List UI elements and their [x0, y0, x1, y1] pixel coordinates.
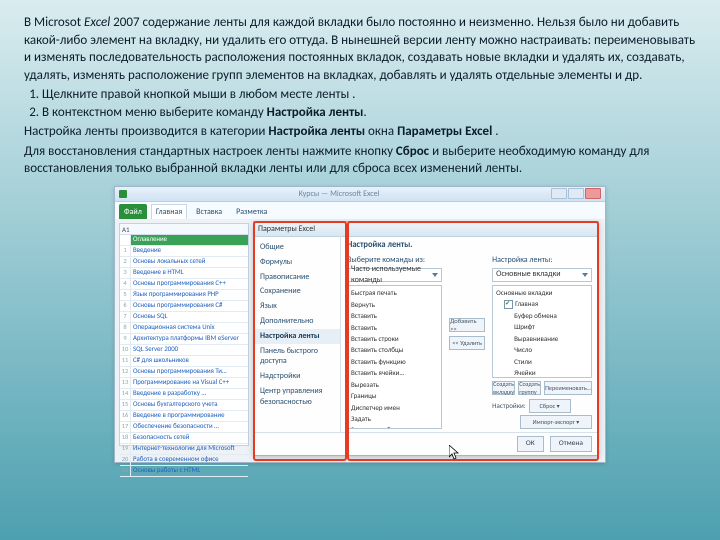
tree-node[interactable]: Число: [494, 344, 590, 355]
table-row: 4Основы программирования C++: [120, 279, 248, 290]
table-row: 6Основы программирования C#: [120, 301, 248, 312]
table-row: 2Основы локальных сетей: [120, 257, 248, 268]
customize-heading: Настройка ленты.: [347, 240, 442, 251]
customize-ribbon-dropdown[interactable]: Основные вкладки: [492, 268, 592, 282]
options-category[interactable]: Язык: [254, 299, 340, 314]
paragraph-2: Настройка ленты производится в категории…: [24, 123, 696, 141]
ribbon-tab[interactable]: Вставка: [191, 204, 227, 220]
options-category[interactable]: Дополнительно: [254, 314, 340, 329]
commands-listbox[interactable]: Быстрая печатьВернутьВставитьВставитьВст…: [347, 285, 442, 429]
list-item[interactable]: Вставить: [349, 310, 440, 321]
list-item[interactable]: Вставить ячейки…: [349, 367, 440, 378]
list-item[interactable]: Вставить: [349, 322, 440, 333]
slide-body: В Microsot Excel 2007 содержание ленты д…: [0, 0, 720, 463]
chevron-down-icon: [582, 273, 588, 277]
ribbon-edit-button[interactable]: Создать вкладку: [492, 381, 515, 395]
table-row: 17Обеспечение безопасности …: [120, 422, 248, 433]
add-remove-column: Добавить >> << Удалить: [448, 240, 486, 429]
name-box: A1: [122, 225, 130, 234]
ribbon-tab[interactable]: Разметка: [231, 204, 272, 220]
table-row: 9Архитектура платформы IBM eServer: [120, 334, 248, 345]
table-row: 19Интернет-технологии для Microsoft: [120, 444, 248, 455]
table-row: 10SQL Server 2000: [120, 345, 248, 356]
table-row: 16Введение в программирование: [120, 411, 248, 422]
options-category[interactable]: Общие: [254, 240, 340, 255]
options-category[interactable]: Центр управления безопасностью: [254, 384, 340, 410]
cancel-button[interactable]: Отмена: [550, 436, 592, 452]
options-category-list: ОбщиеФормулыПравописаниеСохранениеЯзыкДо…: [254, 236, 341, 433]
table-row: 1Введение: [120, 246, 248, 257]
table-row: 20Работа в современном офисе: [120, 455, 248, 466]
tree-node[interactable]: Выравнивание: [494, 333, 590, 344]
tree-node[interactable]: Шрифт: [494, 321, 590, 332]
list-item[interactable]: Задать: [349, 413, 440, 424]
options-category[interactable]: Панель быстрого доступа: [254, 344, 340, 370]
ribbon-tree-column: Настройка ленты: Основные вкладки Основн…: [492, 240, 592, 429]
minimize-button[interactable]: [551, 188, 567, 199]
excel-options-dialog: Параметры Excel ОбщиеФормулыПравописание…: [253, 221, 599, 456]
table-row: 15Основы бухгалтерского учета: [120, 400, 248, 411]
table-row: 8Операционная система Unix: [120, 323, 248, 334]
table-row: 12Основы программирования Ти…: [120, 367, 248, 378]
table-row: 7Основы SQL: [120, 312, 248, 323]
ribbon-edit-button[interactable]: Переименовать…: [544, 381, 592, 395]
step-2: В контекстном меню выберите команду Наст…: [42, 104, 696, 122]
list-item[interactable]: Диспетчер имен: [349, 402, 440, 413]
worksheet: A1 Оглавление1Введение2Основы локальных …: [119, 223, 249, 446]
add-button[interactable]: Добавить >>: [449, 318, 485, 332]
commands-column: Настройка ленты. Выберите команды из: Ча…: [347, 240, 442, 429]
tree-node[interactable]: Буфер обмена: [494, 310, 590, 321]
table-row: 21Основы работы с HTML: [120, 466, 248, 477]
list-item[interactable]: Быстрая печать: [349, 287, 440, 298]
tree-node[interactable]: Стили: [494, 356, 590, 367]
ribbon-tab[interactable]: Главная: [151, 204, 187, 220]
options-category[interactable]: Правописание: [254, 270, 340, 285]
list-item[interactable]: Вставить функцию: [349, 356, 440, 367]
list-item[interactable]: Границы: [349, 390, 440, 401]
table-row: 13Программирование на Visual C++: [120, 378, 248, 389]
dialog-titlebar: Параметры Excel: [254, 222, 598, 237]
list-item[interactable]: Вернуть: [349, 299, 440, 310]
list-item[interactable]: Вставить столбцы: [349, 344, 440, 355]
paragraph-3: Для восстановления стандартных настроек …: [24, 143, 696, 178]
remove-button[interactable]: << Удалить: [449, 336, 485, 350]
window-titlebar: Курсы — Microsoft Excel: [115, 187, 605, 202]
excel-icon: [119, 190, 127, 198]
tree-node[interactable]: Главная: [494, 298, 590, 310]
import-export-button[interactable]: Импорт-экспорт ▾: [520, 415, 592, 429]
options-category[interactable]: Настройка ленты: [254, 329, 340, 344]
ribbon-edit-button[interactable]: Создать группу: [518, 381, 541, 395]
ribbon-tab[interactable]: Файл: [119, 204, 147, 220]
dialog-close-button[interactable]: [582, 225, 594, 233]
tree-node[interactable]: Ячейки: [494, 367, 590, 378]
options-category[interactable]: Сохранение: [254, 284, 340, 299]
customize-ribbon-label: Настройка ленты:: [492, 255, 592, 266]
table-row: 3Введение в HTML: [120, 268, 248, 279]
excel-options-screenshot: Курсы — Microsoft Excel ФайлГлавнаяВстав…: [114, 186, 606, 463]
ribbon-tree[interactable]: Основные вкладкиГлавнаяБуфер обменаШрифт…: [492, 285, 592, 378]
chevron-down-icon: [432, 273, 438, 277]
table-row: 5Язык программирования PHP: [120, 290, 248, 301]
close-button[interactable]: [585, 188, 601, 199]
reset-button[interactable]: Сброс ▾: [529, 399, 571, 413]
table-row: 14Введение в разработку …: [120, 389, 248, 400]
table-row: 18Безопасность сетей: [120, 433, 248, 444]
ok-button[interactable]: ОК: [517, 436, 544, 452]
step-1: Щелкните правой кнопкой мыши в любом мес…: [42, 86, 696, 104]
steps-list: Щелкните правой кнопкой мыши в любом мес…: [24, 86, 696, 121]
reset-label: Настройки:: [492, 401, 525, 410]
window-title: Курсы — Microsoft Excel: [127, 189, 551, 200]
maximize-button[interactable]: [568, 188, 584, 199]
paragraph-1: В Microsot Excel 2007 содержание ленты д…: [24, 14, 696, 84]
list-item[interactable]: Закрепить области: [349, 424, 440, 428]
choose-commands-dropdown[interactable]: Часто используемые команды: [347, 268, 442, 282]
list-item[interactable]: Вставить строки: [349, 333, 440, 344]
options-category[interactable]: Формулы: [254, 255, 340, 270]
list-item[interactable]: Вырезать: [349, 379, 440, 390]
options-category[interactable]: Надстройки: [254, 369, 340, 384]
table-row: 11C# для школьников: [120, 356, 248, 367]
